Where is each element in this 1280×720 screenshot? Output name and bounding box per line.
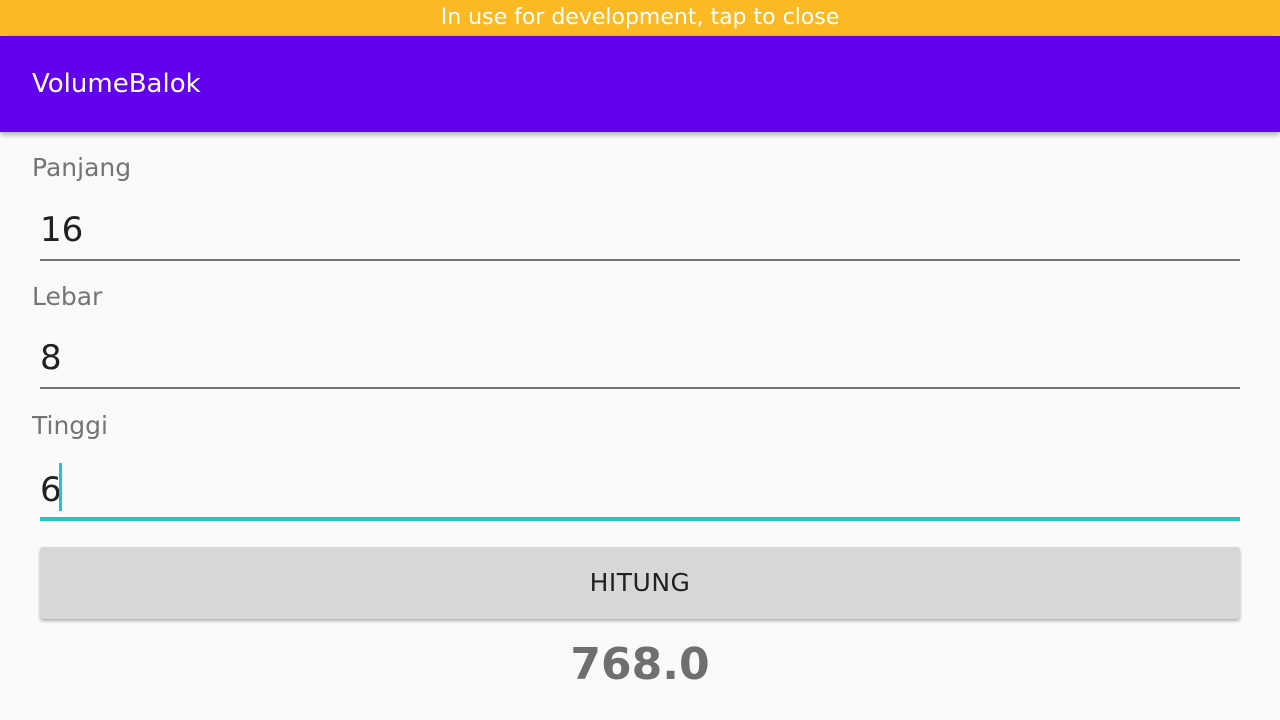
lebar-input[interactable] bbox=[40, 333, 1240, 383]
app-title: VolumeBalok bbox=[32, 69, 201, 99]
dev-mode-banner[interactable]: In use for development, tap to close bbox=[0, 0, 1280, 36]
hitung-button[interactable]: HITUNG bbox=[40, 547, 1240, 619]
dev-mode-banner-text: In use for development, tap to close bbox=[440, 5, 840, 30]
tinggi-field[interactable] bbox=[40, 459, 1240, 521]
tinggi-label: Tinggi bbox=[32, 411, 108, 440]
panjang-input[interactable] bbox=[40, 205, 1240, 255]
lebar-label: Lebar bbox=[32, 282, 103, 311]
result-value: 768.0 bbox=[570, 639, 710, 690]
panjang-field[interactable] bbox=[40, 199, 1240, 261]
app-bar: VolumeBalok bbox=[0, 36, 1280, 132]
lebar-field[interactable] bbox=[40, 327, 1240, 389]
panjang-label: Panjang bbox=[32, 153, 132, 182]
text-cursor bbox=[59, 463, 62, 511]
tinggi-input[interactable] bbox=[40, 465, 1240, 515]
